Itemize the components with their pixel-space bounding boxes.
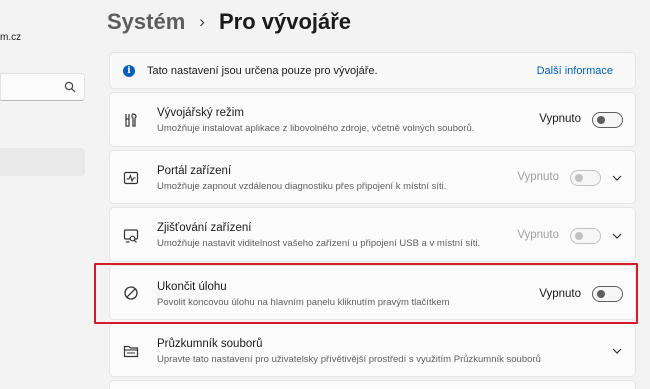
toggle-state-label: Vypnuto bbox=[517, 171, 559, 183]
sidebar-item-selected[interactable] bbox=[0, 148, 85, 176]
breadcrumb: Systém › Pro vývojáře bbox=[107, 7, 351, 37]
breadcrumb-separator: › bbox=[199, 12, 205, 31]
more-info-link[interactable]: Další informace bbox=[537, 65, 613, 77]
setting-title: Vývojářský režim bbox=[157, 107, 244, 119]
device-portal-toggle bbox=[570, 170, 601, 186]
chevron-down-icon[interactable] bbox=[611, 345, 623, 357]
setting-file-explorer[interactable]: Průzkumník souborů Upravte tato nastaven… bbox=[109, 323, 636, 377]
setting-device-portal[interactable]: Portál zařízení Umožňuje zapnout vzdálen… bbox=[109, 150, 636, 204]
info-icon: i bbox=[123, 65, 135, 77]
toggle-knob bbox=[575, 174, 583, 182]
info-banner: i Tato nastavení jsou určena pouze pro v… bbox=[109, 52, 636, 89]
file-explorer-icon bbox=[123, 345, 139, 358]
chevron-down-icon[interactable] bbox=[611, 230, 623, 242]
setting-device-discovery[interactable]: Zjišťování zařízení Umožňuje nastavit vi… bbox=[109, 207, 636, 262]
developer-mode-toggle[interactable] bbox=[592, 112, 623, 128]
setting-description: Umožňuje instalovat aplikace z libovolné… bbox=[157, 123, 475, 134]
setting-title: Zjišťování zařízení bbox=[157, 222, 252, 234]
search-icon bbox=[64, 81, 76, 93]
toggle-knob bbox=[575, 232, 583, 240]
setting-next[interactable] bbox=[109, 380, 636, 389]
sidebar: m.cz bbox=[0, 0, 90, 389]
setting-description: Umožňuje nastavit viditelnost vašeho zař… bbox=[157, 238, 481, 249]
device-discovery-icon bbox=[123, 229, 139, 243]
setting-title: Průzkumník souborů bbox=[157, 338, 263, 350]
setting-developer-mode[interactable]: Vývojářský režim Umožňuje instalovat apl… bbox=[109, 92, 636, 147]
toggle-state-label: Vypnuto bbox=[517, 229, 559, 241]
chevron-down-icon[interactable] bbox=[611, 172, 623, 184]
highlight-box bbox=[94, 263, 638, 324]
page-title: Pro vývojáře bbox=[218, 9, 352, 34]
info-text: Tato nastavení jsou určena pouze pro výv… bbox=[147, 65, 378, 77]
developer-tools-icon bbox=[125, 113, 137, 127]
device-discovery-toggle bbox=[570, 228, 601, 244]
breadcrumb-system[interactable]: Systém bbox=[107, 9, 185, 35]
setting-description: Umožňuje zapnout vzdálenou diagnostiku p… bbox=[157, 181, 447, 192]
toggle-state-label: Vypnuto bbox=[539, 113, 581, 125]
device-portal-icon bbox=[123, 171, 139, 185]
setting-title: Portál zařízení bbox=[157, 165, 232, 177]
search-input[interactable] bbox=[0, 73, 85, 101]
account-email: m.cz bbox=[0, 32, 22, 43]
setting-description: Upravte tato nastavení pro uživatelsky p… bbox=[157, 354, 541, 365]
toggle-knob bbox=[597, 116, 605, 124]
